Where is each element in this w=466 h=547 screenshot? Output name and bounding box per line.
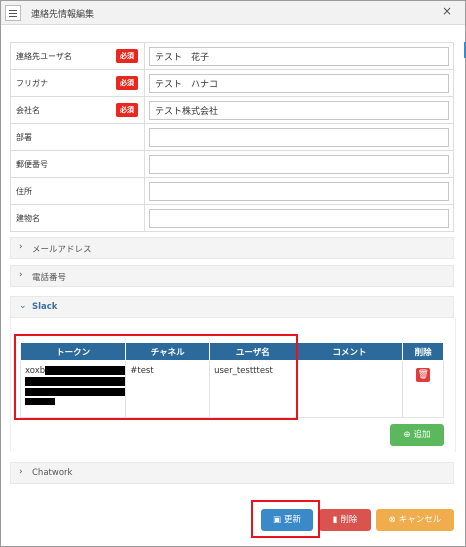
form-row-department: 部署 <box>10 123 454 151</box>
section-title: Slack <box>32 302 58 312</box>
section-slack-header[interactable]: ⌄ Slack <box>10 296 454 318</box>
field-label: 部署 <box>16 132 32 142</box>
address-input[interactable] <box>149 181 449 201</box>
title-bar: 連絡先情報編集 × <box>1 1 465 25</box>
column-header: コメント <box>295 342 404 361</box>
company-input[interactable] <box>149 100 449 120</box>
menu-icon[interactable] <box>5 5 21 21</box>
form-row-name: 連絡先ユーザ名 必須 <box>10 42 454 70</box>
delete-button[interactable]: ▮ 削除 <box>319 509 371 531</box>
furigana-input[interactable] <box>149 73 449 93</box>
cancel-icon: ⊗ <box>388 515 396 525</box>
contact-form: 連絡先ユーザ名必須 フリガナ必須 会社名必須 部署 郵便番号 住所 建物名 <box>10 42 454 232</box>
form-row-furigana: フリガナ 必須 <box>10 69 454 97</box>
section-title: Chatwork <box>32 468 73 478</box>
comment-cell[interactable] <box>295 360 404 418</box>
field-label: 建物名 <box>16 213 40 223</box>
highlight-frame-slack-row <box>14 334 298 420</box>
chevron-right-icon: › <box>19 242 23 252</box>
chevron-down-icon: ⌄ <box>19 301 27 311</box>
section-title: 電話番号 <box>32 273 67 283</box>
required-badge: 必須 <box>116 103 138 117</box>
delete-cell: 🗑 <box>402 360 444 418</box>
field-label: 連絡先ユーザ名 <box>16 51 72 61</box>
highlight-frame-update <box>251 500 320 538</box>
cancel-button[interactable]: ⊗ キャンセル <box>376 509 454 531</box>
field-label: 郵便番号 <box>16 159 48 169</box>
plus-circle-icon: ⊕ <box>403 430 411 440</box>
field-label: 会社名 <box>16 105 40 115</box>
dialog-title: 連絡先情報編集 <box>31 10 95 20</box>
field-label: フリガナ <box>16 78 48 88</box>
chevron-right-icon: › <box>19 270 23 280</box>
trash-icon[interactable]: 🗑 <box>416 368 431 382</box>
section-chatwork-header[interactable]: › Chatwork <box>10 462 454 484</box>
trash-icon: ▮ <box>332 515 338 525</box>
postal-code-input[interactable] <box>149 154 449 174</box>
chevron-right-icon: › <box>19 467 23 477</box>
close-icon[interactable]: × <box>442 4 452 18</box>
form-row-address: 住所 <box>10 177 454 205</box>
department-input[interactable] <box>149 127 449 147</box>
contact-name-input[interactable] <box>149 46 449 66</box>
required-badge: 必須 <box>116 76 138 90</box>
required-badge: 必須 <box>116 49 138 63</box>
add-button[interactable]: ⊕ 追加 <box>390 424 444 446</box>
form-row-building: 建物名 <box>10 204 454 232</box>
form-row-postal: 郵便番号 <box>10 150 454 178</box>
column-header: 削除 <box>402 342 444 361</box>
field-label: 住所 <box>16 186 32 196</box>
section-title: メールアドレス <box>32 245 92 255</box>
building-input[interactable] <box>149 208 449 228</box>
section-phone-header[interactable]: › 電話番号 <box>10 265 454 287</box>
section-mail-header[interactable]: › メールアドレス <box>10 237 454 259</box>
form-row-company: 会社名 必須 <box>10 96 454 124</box>
